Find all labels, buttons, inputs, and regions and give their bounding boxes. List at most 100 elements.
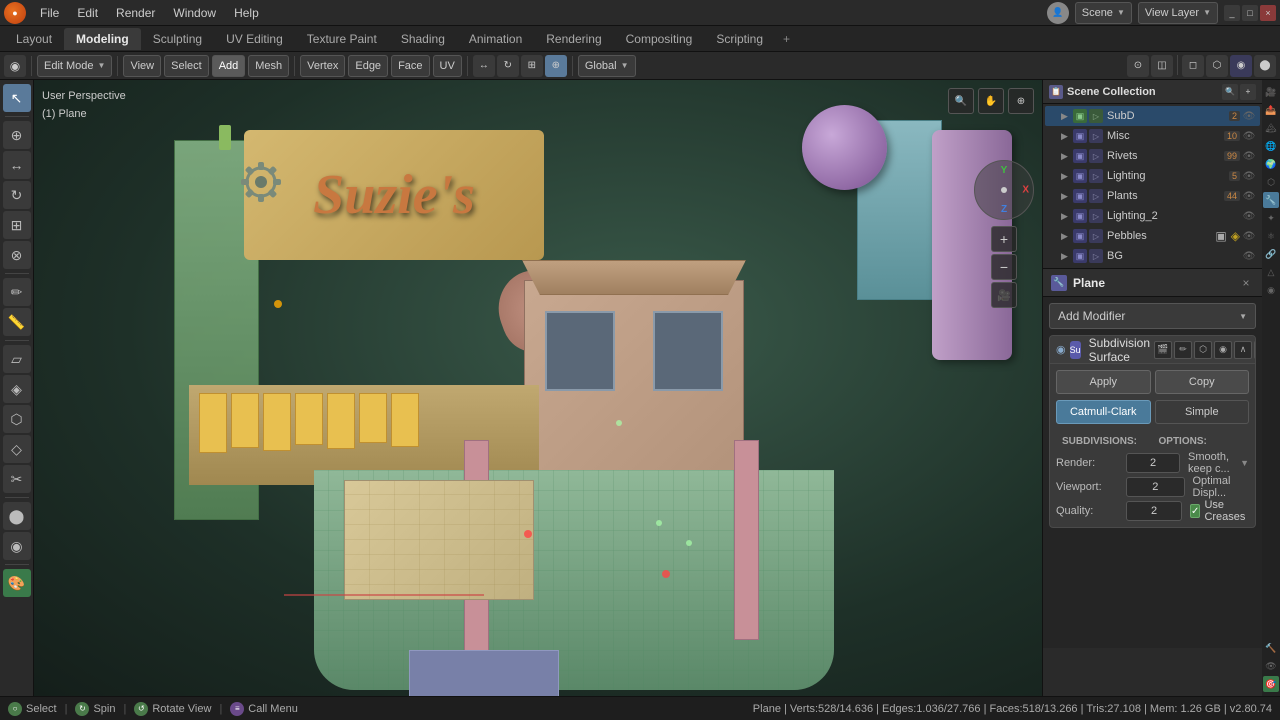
menu-help[interactable]: Help (226, 4, 267, 22)
edge-menu[interactable]: Edge (348, 55, 388, 77)
menu-window[interactable]: Window (165, 4, 224, 22)
menu-file[interactable]: File (32, 4, 67, 22)
smooth-tool[interactable]: ◉ (3, 532, 31, 560)
menu-render[interactable]: Render (108, 4, 163, 22)
outliner-item-rivets[interactable]: ▶ ▣ ▷ Rivets 99 👁 (1045, 146, 1260, 166)
catmullclark-btn[interactable]: Catmull-Clark (1056, 400, 1151, 424)
outliner-item-lighting[interactable]: ▶ ▣ ▷ Lighting 5 👁 (1045, 166, 1260, 186)
props-tab-world[interactable]: 🌍 (1263, 156, 1279, 172)
zoom-out-btn[interactable]: − (991, 254, 1017, 280)
outliner-vis-lighting2[interactable]: 👁 (1242, 209, 1256, 223)
props-tab-physics[interactable]: ⚛ (1263, 228, 1279, 244)
annotate-tool[interactable]: ✏ (3, 278, 31, 306)
add-modifier-btn[interactable]: Add Modifier ▼ (1049, 303, 1256, 329)
props-tab-modifiers[interactable]: 🔧 (1263, 192, 1279, 208)
gizmo-z-axis[interactable]: Z (1001, 204, 1007, 215)
rendered-btn[interactable]: ⬤ (1254, 55, 1276, 77)
props-tab-view-layer[interactable]: 🏔 (1263, 120, 1279, 136)
viewport-value-input[interactable]: 2 (1126, 477, 1185, 497)
smooth-keep-chevron[interactable]: ▼ (1240, 458, 1249, 468)
props-tab-active[interactable]: 🎯 (1263, 676, 1279, 692)
vertex-menu[interactable]: Vertex (300, 55, 345, 77)
extrude-tool[interactable]: ▱ (3, 345, 31, 373)
rotate-icon[interactable]: ↻ (497, 55, 519, 77)
tab-compositing[interactable]: Compositing (614, 28, 705, 50)
scale-tool[interactable]: ⊞ (3, 211, 31, 239)
tab-texture-paint[interactable]: Texture Paint (295, 28, 389, 50)
copy-button[interactable]: Copy (1155, 370, 1250, 394)
tab-layout[interactable]: Layout (4, 28, 64, 50)
outliner-item-bg[interactable]: ▶ ▣ ▷ BG 👁 (1045, 246, 1260, 266)
view-layer-selector[interactable]: View Layer ▼ (1138, 2, 1218, 24)
props-tab-scene[interactable]: 🌐 (1263, 138, 1279, 154)
modifier-enable-toggle[interactable]: ◉ (1056, 343, 1066, 356)
measure-tool[interactable]: 📏 (3, 308, 31, 336)
material-btn[interactable]: ◉ (1230, 55, 1252, 77)
modifier-cage-toggle[interactable]: ⬡ (1194, 341, 1212, 359)
outliner-vis-lighting[interactable]: 👁 (1242, 169, 1256, 183)
outliner-vis-bg[interactable]: 👁 (1242, 249, 1256, 263)
loop-cut-tool[interactable]: ◇ (3, 435, 31, 463)
tab-animation[interactable]: Animation (457, 28, 534, 50)
tab-uv-editing[interactable]: UV Editing (214, 28, 295, 50)
modifier-move-up[interactable]: ∧ (1234, 341, 1252, 359)
outliner-vis-subd[interactable]: 👁 (1242, 109, 1256, 123)
tab-rendering[interactable]: Rendering (534, 28, 613, 50)
props-tab-view[interactable]: 👁 (1263, 658, 1279, 674)
outliner-vis-misc[interactable]: 👁 (1242, 129, 1256, 143)
outliner-item-pebbles[interactable]: ▶ ▣ ▷ Pebbles ▣ ◈ 👁 (1045, 226, 1260, 246)
blender-icon-small[interactable]: ◉ (4, 55, 26, 77)
material-paint-tool[interactable]: 🎨 (3, 569, 31, 597)
combined-transform-icon[interactable]: ⊕ (545, 55, 567, 77)
props-tab-constraints[interactable]: 🔗 (1263, 246, 1279, 262)
cursor-tool[interactable]: ⊕ (3, 121, 31, 149)
properties-close-btn[interactable]: × (1238, 275, 1254, 291)
tab-scripting[interactable]: Scripting (704, 28, 775, 50)
mode-selector[interactable]: Edit Mode ▼ (37, 55, 112, 77)
modifier-render-toggle[interactable]: 🎬 (1154, 341, 1172, 359)
bevel-tool[interactable]: ⬡ (3, 405, 31, 433)
scale-icon[interactable]: ⊞ (521, 55, 543, 77)
props-tab-render[interactable]: 🎥 (1263, 84, 1279, 100)
view-menu[interactable]: View (123, 55, 161, 77)
tab-sculpting[interactable]: Sculpting (141, 28, 214, 50)
outliner-vis-plants[interactable]: 👁 (1242, 189, 1256, 203)
outliner-vis-rivets[interactable]: 👁 (1242, 149, 1256, 163)
tab-modeling[interactable]: Modeling (64, 28, 141, 50)
gizmo-y-axis[interactable]: Y (1001, 165, 1008, 176)
props-tab-tool[interactable]: 🔨 (1263, 640, 1279, 656)
outliner-new-collection-btn[interactable]: + (1240, 84, 1256, 100)
props-tab-material[interactable]: ◉ (1263, 282, 1279, 298)
face-menu[interactable]: Face (391, 55, 429, 77)
mesh-menu[interactable]: Mesh (248, 55, 289, 77)
viewport-hand-btn[interactable]: ✋ (978, 88, 1004, 114)
wireframe-btn[interactable]: ◻ (1182, 55, 1204, 77)
minimize-btn[interactable]: _ (1224, 5, 1240, 21)
outliner-item-misc[interactable]: ▶ ▣ ▷ Misc 10 👁 (1045, 126, 1260, 146)
xray-toggle[interactable]: ◫ (1151, 55, 1173, 77)
props-tab-output[interactable]: 📤 (1263, 102, 1279, 118)
props-tab-object[interactable]: ⬡ (1263, 174, 1279, 190)
select-menu[interactable]: Select (164, 55, 209, 77)
move-tool[interactable]: ↔ (3, 151, 31, 179)
transform-tool[interactable]: ⊗ (3, 241, 31, 269)
add-workspace-btn[interactable]: + (775, 28, 798, 50)
tab-shading[interactable]: Shading (389, 28, 457, 50)
modifier-move-down[interactable]: ∨ (1254, 341, 1256, 359)
maximize-btn[interactable]: □ (1242, 5, 1258, 21)
props-tab-data[interactable]: △ (1263, 264, 1279, 280)
camera-btn[interactable]: 🎥 (991, 282, 1017, 308)
props-tab-particles[interactable]: ✦ (1263, 210, 1279, 226)
move-icon[interactable]: ↔ (473, 55, 495, 77)
zoom-in-btn[interactable]: + (991, 226, 1017, 252)
close-btn[interactable]: × (1260, 5, 1276, 21)
render-value-input[interactable]: 2 (1126, 453, 1180, 473)
modifier-edit-toggle[interactable]: ✏ (1174, 341, 1192, 359)
viewport-search-btn[interactable]: 🔍 (948, 88, 974, 114)
modifier-realtime-toggle[interactable]: ◉ (1214, 341, 1232, 359)
outliner-filter-btn[interactable]: 🔍 (1222, 84, 1238, 100)
outliner-item-subd[interactable]: ▶ ▣ ▷ SubD 2 👁 (1045, 106, 1260, 126)
spin-tool[interactable]: ⬤ (3, 502, 31, 530)
outliner-vis-pebbles[interactable]: 👁 (1242, 229, 1256, 243)
select-tool[interactable]: ↖ (3, 84, 31, 112)
